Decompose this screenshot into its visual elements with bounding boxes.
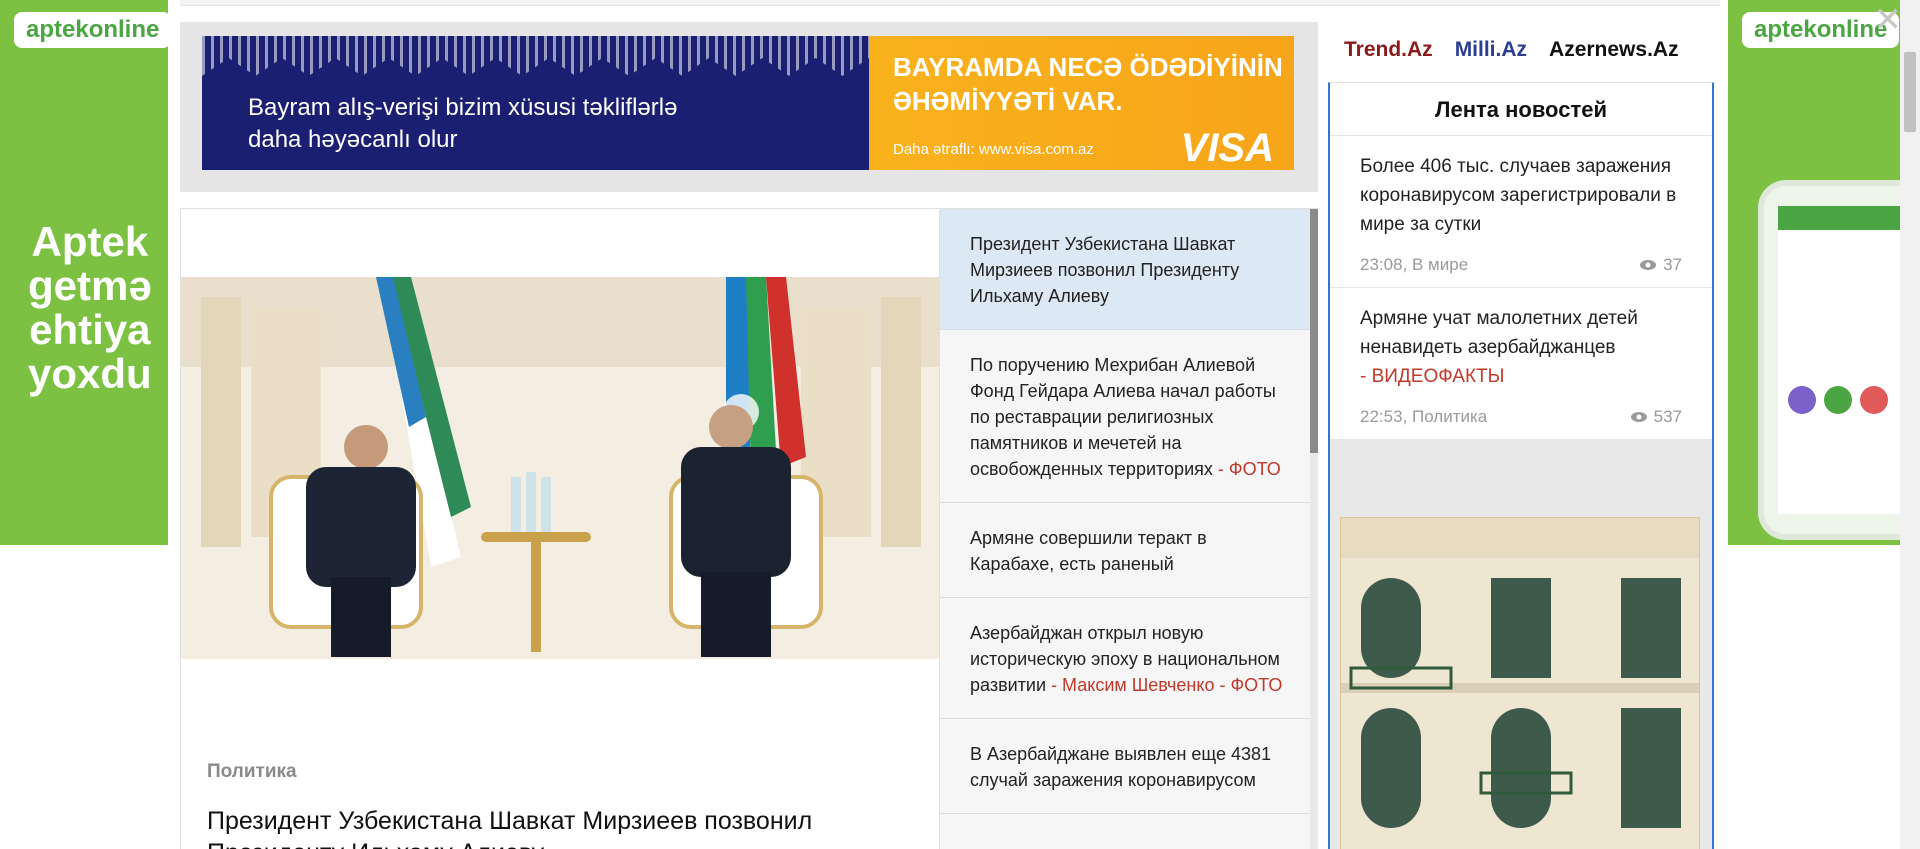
news-list-scrollbar[interactable] [1310,209,1318,849]
top-strip [180,0,1720,6]
news-list-item[interactable]: Армяне совершили теракт в Карабахе, есть… [940,503,1318,598]
feed-item-meta: 23:08, В мире 37 [1360,255,1682,275]
ad-headline-2: ƏHƏMİYYƏTİ VAR. [893,86,1123,116]
news-list-item-title: В Азербайджане выявлен еще 4381 случай з… [970,744,1272,790]
visa-logo: VISA [1180,126,1274,170]
featured-photo[interactable] [181,277,939,659]
ad-headline: BAYRAMDA NECƏ ÖDƏDİYİNİN ƏHƏMİYYƏTİ VAR. [893,50,1283,118]
left-side-banner[interactable]: aptekonline Aptek getmə ehtiya yoxdu [0,0,168,849]
news-list-item[interactable]: В Азербайджане выявлен еще 4381 случай з… [940,719,1318,814]
meeting-photo-illustration [181,277,939,659]
close-icon[interactable]: ✕ [1874,0,1903,40]
featured-category[interactable]: Политика [207,761,297,783]
left-banner-text: Aptek getmə ehtiya yoxdu [28,218,152,397]
visa-ad-banner[interactable]: Bayram alış-verişi bizim xüsusi təkliflə… [202,36,1294,170]
news-list-item-tag: - ФОТО [1217,459,1281,479]
news-list-item[interactable]: Президент Узбекистана Шавкат Мирзиеев по… [940,209,1318,330]
partner-links: Trend.Az Milli.Az Azernews.Az [1344,38,1679,62]
top-ad-container: Bayram alış-verişi bizim xüsusi təkliflə… [180,22,1318,192]
visa-ad-right: BAYRAMDA NECƏ ÖDƏDİYİNİN ƏHƏMİYYƏTİ VAR.… [869,36,1294,170]
feed-item-views: 537 [1630,407,1682,427]
right-side-banner[interactable]: aptekonline ✕ [1728,0,1920,849]
feed-item-time: 23:08, В мире [1360,255,1469,274]
feed-item[interactable]: Армяне учат малолетних детей ненавидеть … [1330,288,1712,440]
featured-article[interactable]: Политика Президент Узбекистана Шавкат Ми… [180,208,940,849]
feed-item-tag: - ВИДЕОФАКТЫ [1360,366,1505,387]
news-list-item[interactable]: Азербайджан открыл новую историческую эп… [940,598,1318,719]
eye-icon [1630,412,1647,422]
building-ad-image[interactable] [1340,517,1700,849]
news-list: Президент Узбекистана Шавкат Мирзиеев по… [940,208,1318,849]
ad-line-1: Bayram alış-verişi bizim xüsusi təkliflə… [248,94,678,121]
ad-line-2: daha həyəcanlı olur [248,126,458,153]
left-banner-logo: aptekonline [14,12,168,48]
feed-item-title: Более 406 тыс. случаев заражения коронав… [1360,156,1677,235]
featured-title[interactable]: Президент Узбекистана Шавкат Мирзиеев по… [207,805,907,849]
milli-az-link[interactable]: Milli.Az [1455,38,1527,62]
ad-headline-1: BAYRAMDA NECƏ ÖDƏDİYİNİN [893,52,1283,82]
feed-item-time: 22:53, Политика [1360,407,1488,426]
phone-mockup-image [1758,180,1920,540]
feed-item-views: 37 [1639,255,1682,275]
page-scrollbar[interactable] [1900,0,1920,849]
feed-item[interactable]: Более 406 тыс. случаев заражения коронав… [1330,136,1712,288]
visa-ad-left: Bayram alış-verişi bizim xüsusi təkliflə… [202,36,869,170]
feed-item-title: Армяне учат малолетних детей ненавидеть … [1360,304,1682,391]
news-list-item-tag: - Максим Шевченко - ФОТО [1051,675,1283,695]
ad-more-link: Daha ətraflı: www.visa.com.az [893,141,1094,158]
news-feed: Лента новостей Более 406 тыс. случаев за… [1328,82,1714,849]
news-list-item[interactable]: По поручению Мехрибан Алиевой Фонд Гейда… [940,330,1318,503]
scrollbar-thumb[interactable] [1904,52,1916,132]
news-list-item-title: Президент Узбекистана Шавкат Мирзиеев по… [970,234,1240,306]
trend-az-link[interactable]: Trend.Az [1344,38,1433,62]
news-list-item-title: Армяне совершили теракт в Карабахе, есть… [970,528,1207,574]
news-feed-title: Лента новостей [1330,83,1712,136]
main-content: Bayram alış-verişi bizim xüsusi təkliflə… [168,0,1728,849]
ad-pattern-decoration [202,36,869,76]
azernews-az-link[interactable]: Azernews.Az [1549,38,1679,62]
eye-icon [1640,260,1657,270]
feed-item-meta: 22:53, Политика 537 [1360,407,1682,427]
